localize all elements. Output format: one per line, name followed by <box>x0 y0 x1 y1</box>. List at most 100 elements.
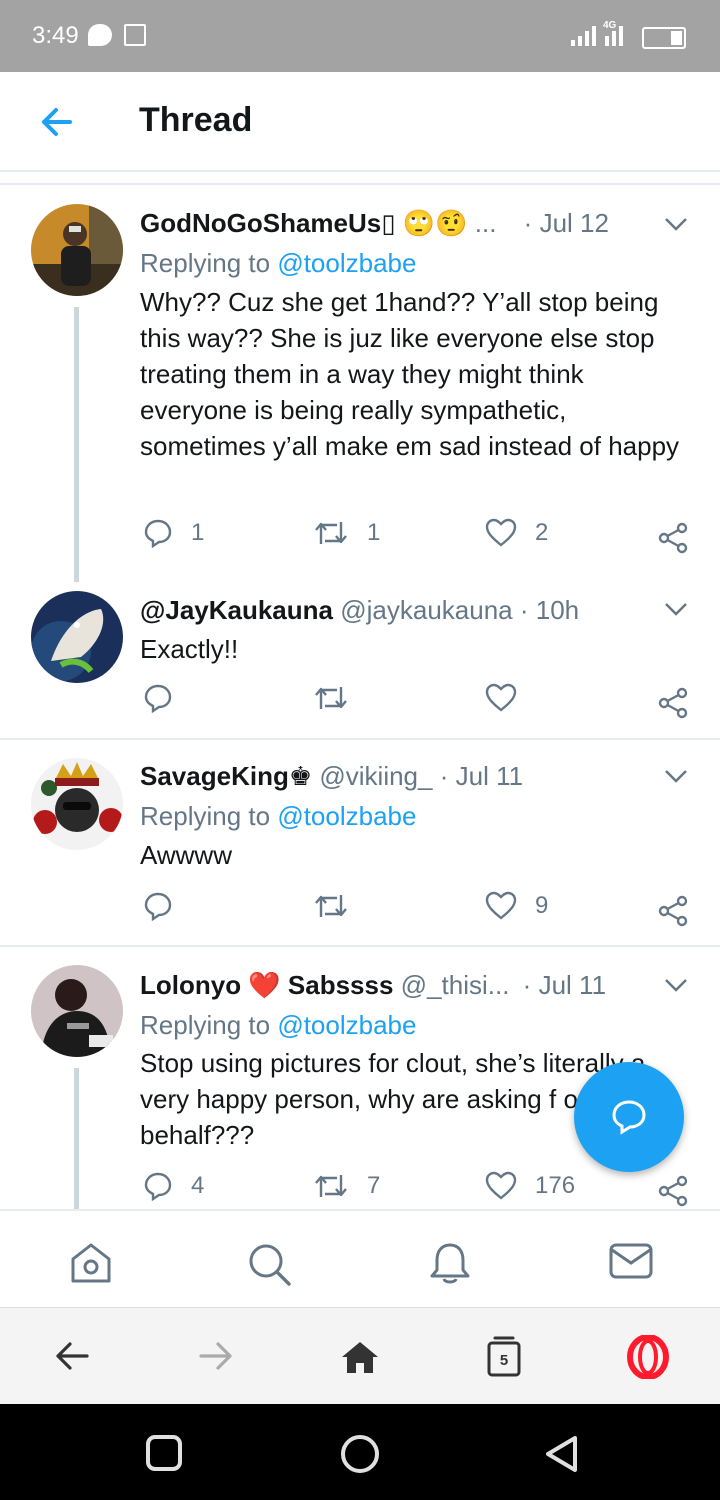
retweet-button[interactable]: 7 <box>313 1171 380 1201</box>
handle[interactable]: @_thisi... <box>401 970 510 1000</box>
system-navigation-bar <box>0 1404 720 1500</box>
signal-4g-icon <box>605 24 623 46</box>
tweet-header: SavageKing♚ @vikiing_ · Jul 11 <box>140 761 524 791</box>
heart-icon <box>485 518 517 547</box>
reply-icon <box>144 1172 172 1201</box>
browser-toolbar: 5 <box>0 1307 720 1404</box>
share-icon[interactable] <box>657 895 689 927</box>
thread-header: Thread <box>0 72 720 172</box>
reply-button[interactable] <box>143 683 173 713</box>
browser-back-icon[interactable] <box>54 1341 90 1371</box>
heart-icon <box>485 683 517 712</box>
display-name[interactable]: Lolonyo ❤️ Sabssss <box>140 970 393 1000</box>
browser-forward-icon[interactable] <box>198 1341 234 1371</box>
chevron-down-icon[interactable] <box>664 216 688 232</box>
bottom-navigation <box>0 1209 720 1307</box>
tweet-text: Exactly!! <box>140 634 239 664</box>
retweet-button[interactable]: 1 <box>313 518 380 548</box>
like-button[interactable] <box>485 683 517 713</box>
reply-count: 1 <box>191 519 205 546</box>
back-triangle-icon[interactable] <box>542 1434 582 1474</box>
status-time: 3:49 <box>32 22 79 49</box>
reply-button[interactable]: 1 <box>143 518 204 548</box>
tweet-time[interactable]: Jul 11 <box>539 970 606 1000</box>
chevron-down-icon[interactable] <box>664 768 688 784</box>
tweet-header: @JayKaukauna @jaykaukauna · 10h <box>140 595 580 625</box>
avatar[interactable] <box>31 965 123 1057</box>
tweet-time[interactable]: Jul 11 <box>456 761 523 791</box>
like-count: 9 <box>535 892 549 919</box>
reply-count: 4 <box>191 1172 205 1199</box>
retweet-button[interactable] <box>313 683 349 713</box>
retweet-button[interactable] <box>313 891 349 921</box>
tweet-actions: 1 1 2 <box>0 518 720 558</box>
recents-square-icon[interactable] <box>145 1434 183 1472</box>
handle[interactable]: @vikiing_ <box>319 761 432 791</box>
replying-to: Replying to @toolzbabe <box>140 1010 417 1040</box>
replying-to: Replying to @toolzbabe <box>140 801 417 831</box>
notifications-bell-icon[interactable] <box>428 1241 472 1287</box>
back-arrow-icon[interactable] <box>36 102 80 142</box>
home-circle-icon[interactable] <box>339 1433 381 1475</box>
messages-envelope-icon[interactable] <box>608 1241 654 1281</box>
tweet-actions: 4 7 176 <box>0 1171 720 1209</box>
reply-button[interactable] <box>143 891 173 921</box>
opera-menu-icon[interactable] <box>626 1335 670 1379</box>
signal-icon <box>571 24 596 46</box>
avatar[interactable] <box>31 758 123 850</box>
chevron-down-icon[interactable] <box>664 601 688 617</box>
tweet-header: GodNoGoShameUs▯ 🙄🤨 ... · Jul 12 <box>140 208 609 238</box>
message-notification-icon <box>88 24 112 46</box>
reply-bubble-icon <box>612 1100 646 1135</box>
like-button[interactable]: 9 <box>485 891 548 921</box>
reply-to-link[interactable]: @toolzbabe <box>277 248 416 278</box>
retweet-icon <box>315 687 347 709</box>
tweet-godnogoshameus[interactable]: GodNoGoShameUs▯ 🙄🤨 ... · Jul 12 Replying… <box>0 185 720 738</box>
name-truncation: ... <box>474 208 497 238</box>
search-icon[interactable] <box>246 1241 292 1287</box>
retweet-icon <box>315 522 347 544</box>
tweet-text: Why?? Cuz she get 1hand?? Y’all stop bei… <box>140 287 680 461</box>
heart-icon <box>485 891 517 920</box>
share-icon[interactable] <box>657 687 689 719</box>
status-bar: 3:49 4G <box>0 0 720 72</box>
compose-reply-button[interactable] <box>574 1062 684 1172</box>
tweet-savageking[interactable]: SavageKing♚ @vikiing_ · Jul 11 Replying … <box>0 740 720 945</box>
handle[interactable]: @jaykaukauna <box>340 595 512 625</box>
retweet-icon <box>315 1175 347 1197</box>
reply-icon <box>144 892 172 921</box>
display-name[interactable]: @JayKaukauna <box>140 595 333 625</box>
share-icon[interactable] <box>657 522 689 554</box>
share-icon[interactable] <box>657 1175 689 1207</box>
retweet-count: 7 <box>367 1172 381 1199</box>
home-icon[interactable] <box>68 1241 114 1285</box>
page-title: Thread <box>139 101 253 139</box>
tab-count: 5 <box>499 1352 509 1369</box>
image-notification-icon <box>124 24 146 46</box>
reply-to-link[interactable]: @toolzbabe <box>277 1010 416 1040</box>
retweet-icon <box>315 895 347 917</box>
like-button[interactable]: 176 <box>485 1171 575 1201</box>
replying-to: Replying to @toolzbabe <box>140 248 417 278</box>
retweet-count: 1 <box>367 519 381 546</box>
like-button[interactable]: 2 <box>485 518 548 548</box>
avatar[interactable] <box>31 591 123 683</box>
chevron-down-icon[interactable] <box>664 977 688 993</box>
display-name[interactable]: GodNoGoShameUs▯ 🙄🤨 <box>140 208 468 238</box>
tweet-time[interactable]: 10h <box>536 595 579 625</box>
heart-icon <box>485 1171 517 1200</box>
reply-icon <box>144 684 172 713</box>
tabs-button[interactable]: 5 <box>486 1335 522 1377</box>
reply-button[interactable]: 4 <box>143 1171 204 1201</box>
browser-home-icon[interactable] <box>340 1339 380 1375</box>
like-count: 176 <box>535 1172 576 1199</box>
display-name[interactable]: SavageKing♚ <box>140 761 312 791</box>
tweet-actions: 9 <box>0 891 720 931</box>
reply-to-link[interactable]: @toolzbabe <box>277 801 416 831</box>
like-count: 2 <box>535 519 549 546</box>
reply-icon <box>144 519 172 548</box>
tweet-header: Lolonyo ❤️ Sabssss @_thisi... · Jul 11 <box>140 970 607 1000</box>
avatar[interactable] <box>31 204 123 296</box>
battery-icon <box>642 27 686 49</box>
tweet-time[interactable]: Jul 12 <box>540 208 609 238</box>
